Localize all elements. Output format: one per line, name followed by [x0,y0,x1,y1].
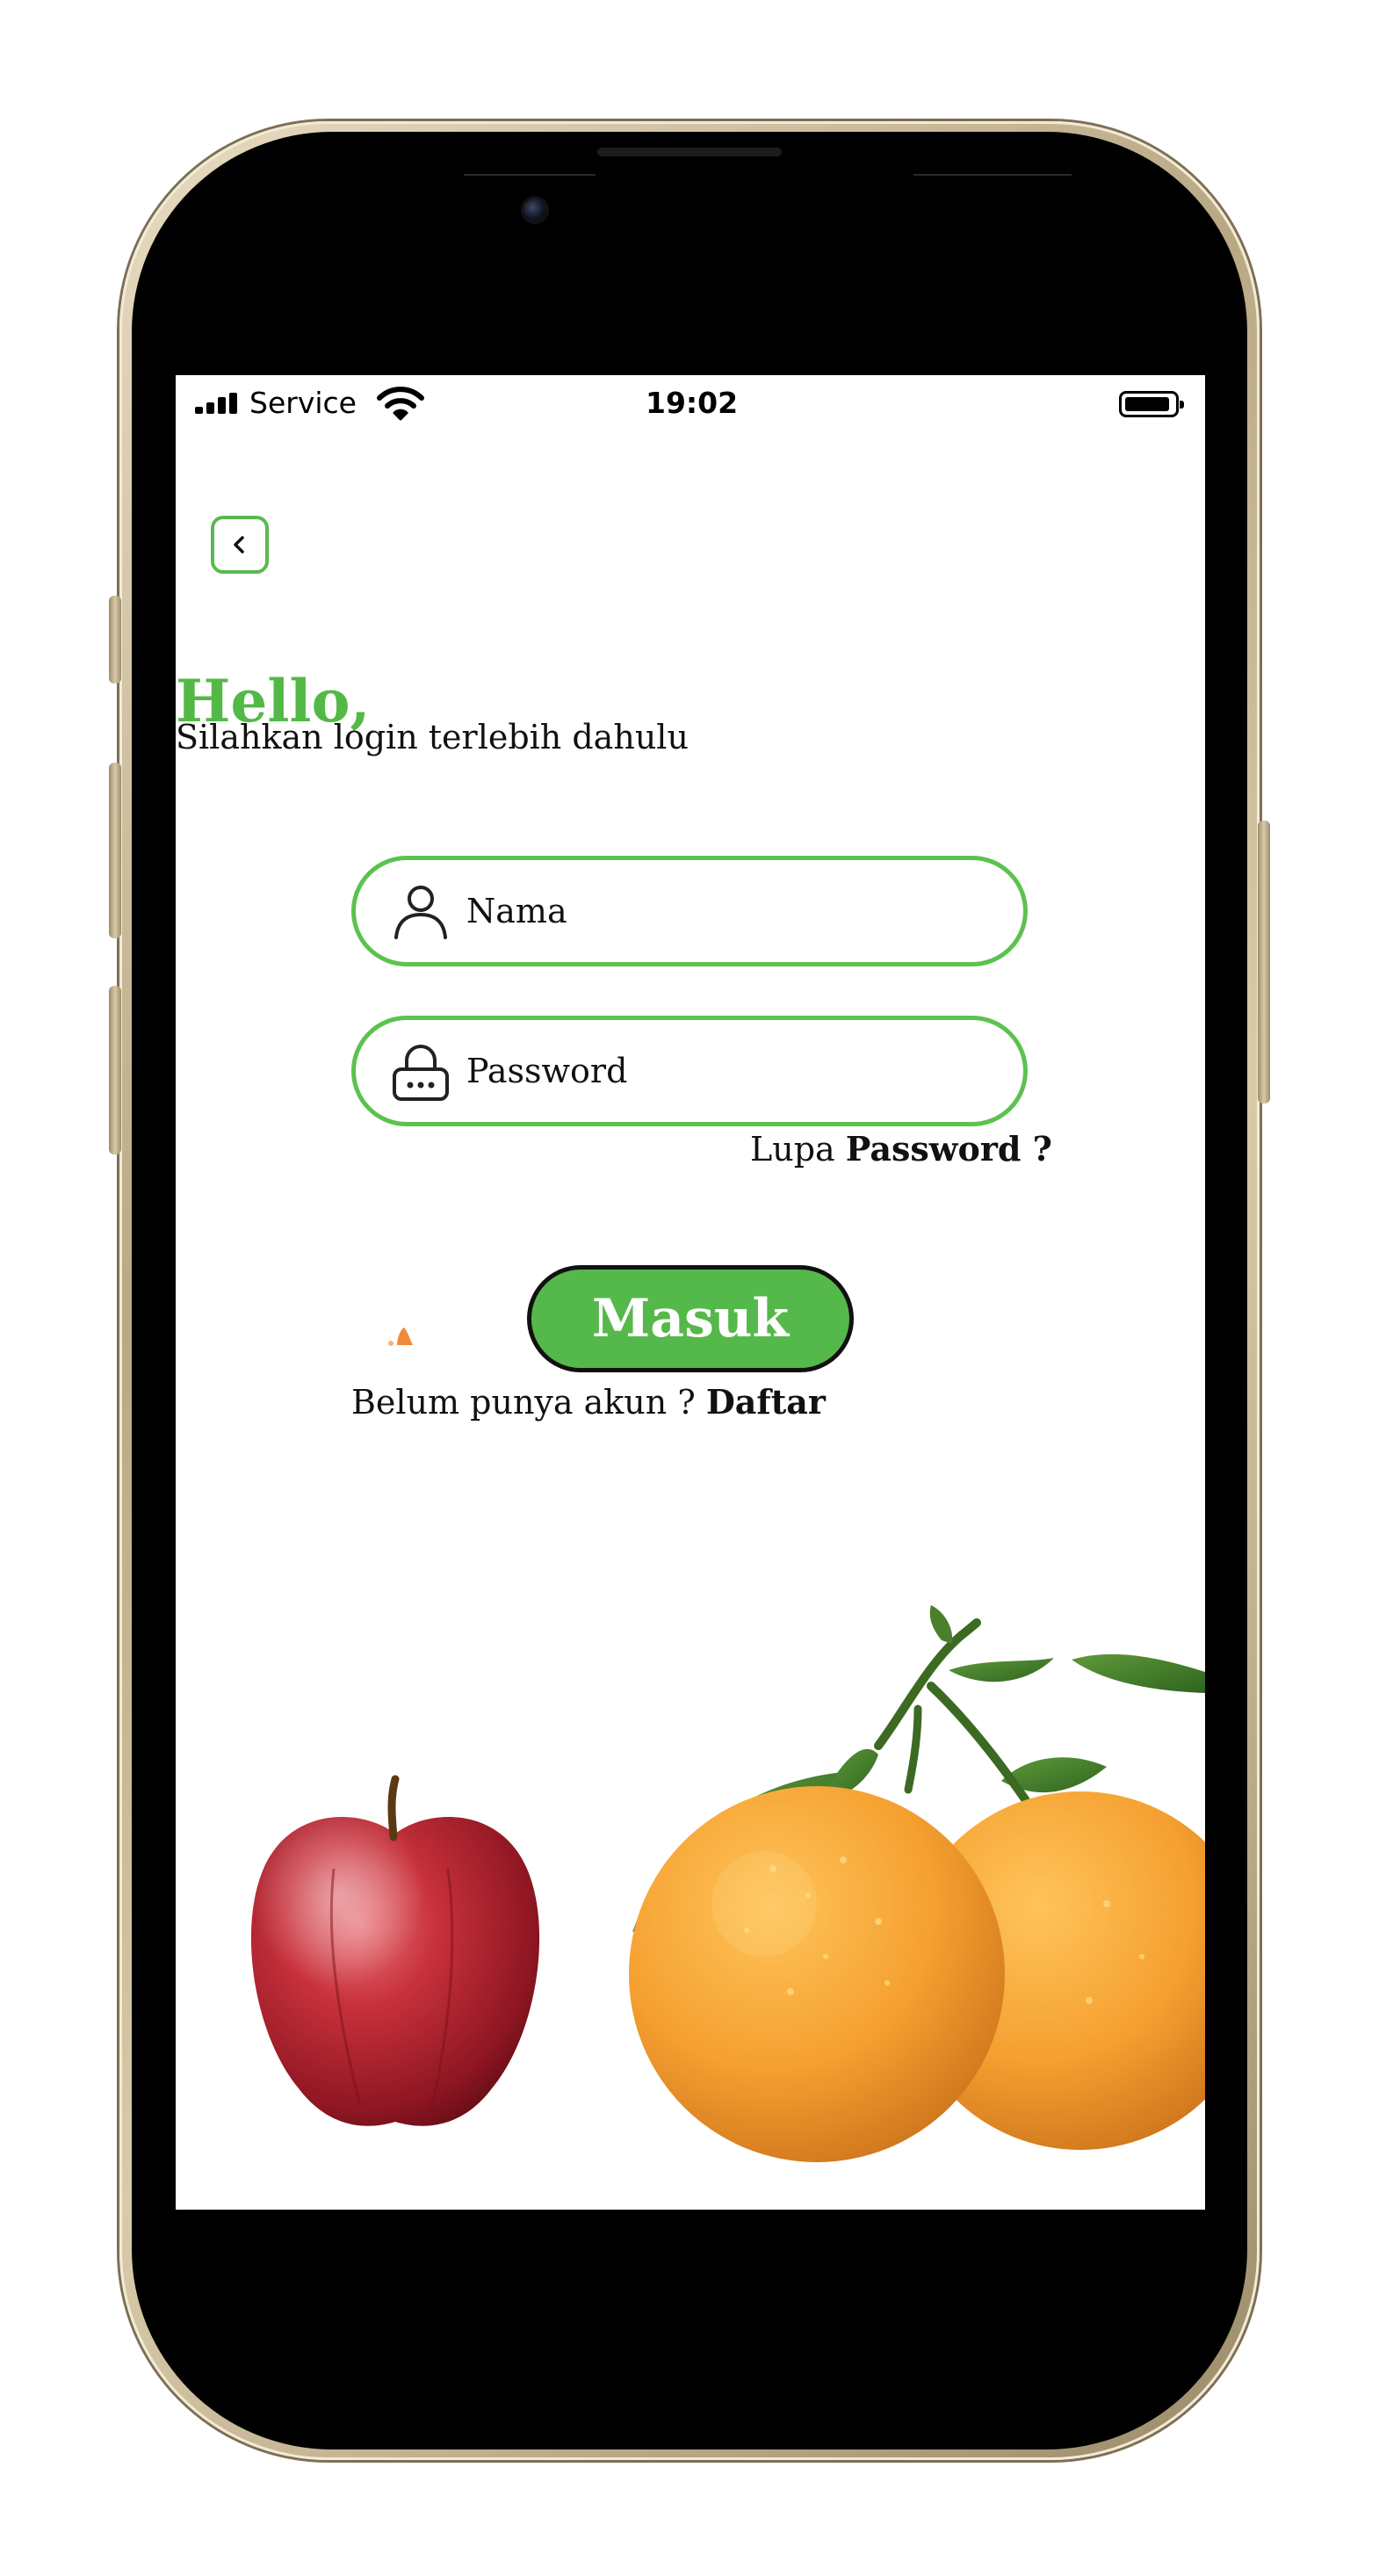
register-prefix: Belum punya akun ? [351,1383,696,1422]
orange-drop-decoration [388,1328,413,1346]
register-link[interactable]: Daftar [706,1382,826,1422]
app-screen: Service 19:02 Hello, Silahkan login terl… [176,375,1205,2210]
notch-edge-right [913,174,1072,176]
password-field[interactable] [351,1016,1028,1126]
forgot-password-link[interactable]: Password ? [846,1129,1052,1169]
password-input[interactable] [465,1051,1023,1091]
earpiece-speaker [597,148,782,156]
name-input[interactable] [465,891,1023,931]
status-time: 19:02 [646,386,739,420]
volume-down-button [109,986,121,1154]
user-icon [394,886,447,939]
status-bar: Service 19:02 [176,375,1205,433]
volume-up-button [109,763,121,938]
power-button [1258,821,1270,1103]
back-button[interactable] [211,516,269,574]
carrier-name: Service [249,386,357,420]
forgot-password: Lupa Password ? [750,1129,1052,1169]
oranges-image [629,1605,1205,2162]
signal-icon [195,393,242,414]
register-prompt: Belum punya akun ? Daftar [351,1382,826,1422]
wifi-icon [377,387,424,421]
battery-icon [1119,391,1184,417]
apple-image [250,1775,540,2126]
name-field[interactable] [351,856,1028,966]
lock-icon [393,1045,449,1101]
login-button[interactable]: Masuk [527,1265,854,1372]
back-chevron-icon [234,536,244,554]
front-camera [523,199,546,221]
login-subtitle: Silahkan login terlebih dahulu [176,718,689,756]
mute-switch [109,596,121,684]
forgot-prefix: Lupa [750,1130,835,1169]
notch-edge-left [464,174,596,176]
